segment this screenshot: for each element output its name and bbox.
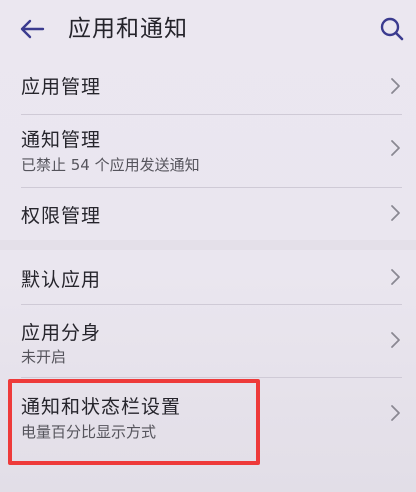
list-item-title: 通知管理 bbox=[21, 129, 102, 151]
chevron-right-icon bbox=[391, 332, 400, 348]
list-item-title: 默认应用 bbox=[21, 269, 102, 291]
list-item-subtitle: 电量百分比显示方式 bbox=[21, 423, 157, 441]
list-item-title: 权限管理 bbox=[21, 205, 102, 227]
list-item-title: 应用管理 bbox=[21, 76, 102, 98]
list-item-subtitle: 已禁止 54 个应用发送通知 bbox=[21, 156, 200, 174]
list-item-title: 应用分身 bbox=[21, 322, 102, 344]
list-item-notification-management[interactable]: 通知管理 已禁止 54 个应用发送通知 bbox=[0, 115, 416, 187]
list-item-app-twin[interactable]: 应用分身 未开启 bbox=[0, 305, 416, 377]
list-item-default-apps[interactable]: 默认应用 bbox=[0, 250, 416, 304]
search-icon bbox=[380, 17, 404, 41]
chevron-right-icon bbox=[391, 405, 400, 421]
list-item-title: 通知和状态栏设置 bbox=[21, 396, 182, 418]
list-item-app-management[interactable]: 应用管理 bbox=[0, 58, 416, 114]
back-button[interactable] bbox=[14, 14, 50, 44]
settings-screen: 应用和通知 应用管理 通知管理 已禁止 54 个应用发送通知 权限管理 默认应用… bbox=[0, 0, 416, 492]
list-item-subtitle: 未开启 bbox=[21, 348, 67, 366]
chevron-right-icon bbox=[391, 140, 400, 156]
chevron-right-icon bbox=[391, 269, 400, 285]
page-title: 应用和通知 bbox=[68, 16, 188, 42]
section-gap bbox=[0, 240, 416, 250]
chevron-right-icon bbox=[391, 78, 400, 94]
list-item-permission-management[interactable]: 权限管理 bbox=[0, 188, 416, 238]
app-header: 应用和通知 bbox=[0, 0, 416, 58]
list-item-notification-statusbar-settings[interactable]: 通知和状态栏设置 电量百分比显示方式 bbox=[0, 378, 416, 458]
chevron-right-icon bbox=[391, 205, 400, 221]
arrow-left-icon bbox=[20, 19, 45, 39]
search-button[interactable] bbox=[376, 13, 408, 45]
